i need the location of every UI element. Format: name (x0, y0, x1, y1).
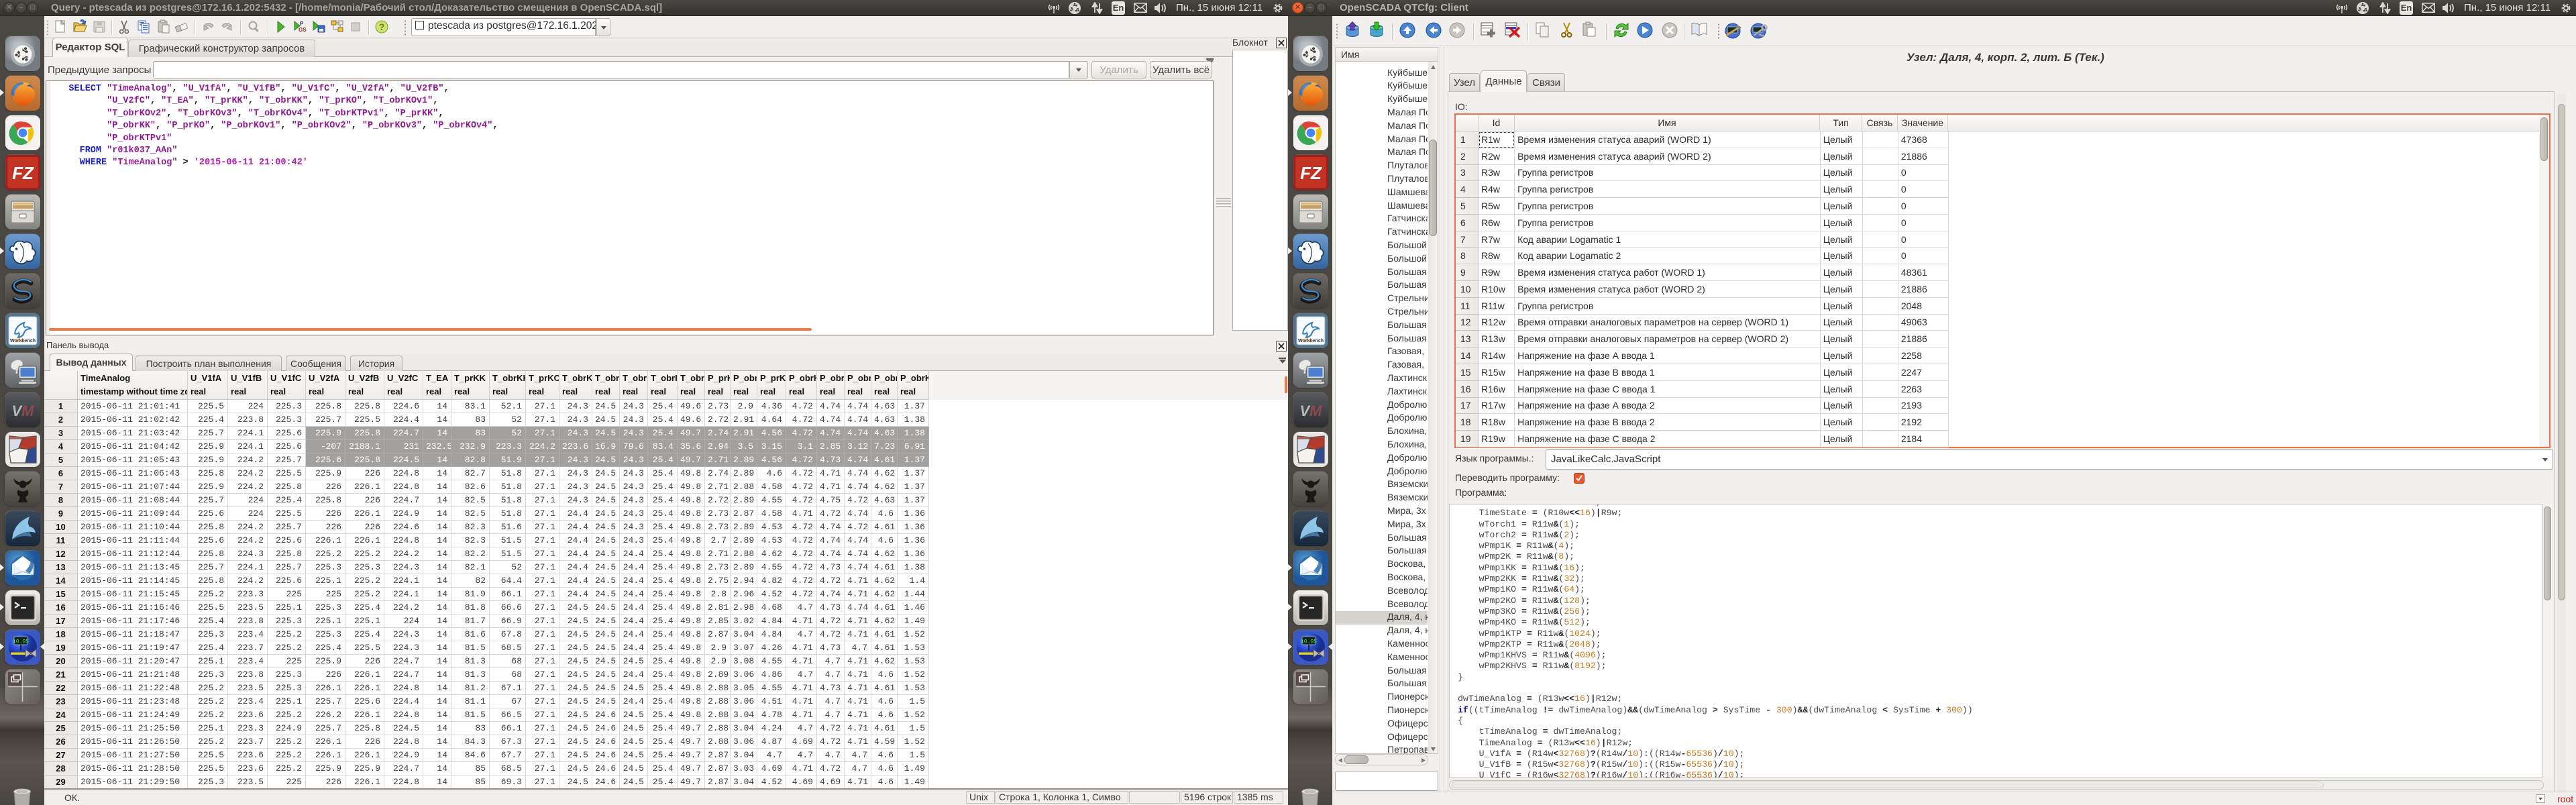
svg-text:VM: VM (11, 402, 34, 419)
svg-text:MySQL: MySQL (1302, 338, 1313, 341)
svg-text:10.95: 10.95 (1301, 639, 1317, 645)
svg-text:FZ: FZ (12, 163, 34, 183)
svg-text:GS: GS (299, 27, 307, 33)
svg-text:MySQL: MySQL (14, 338, 25, 341)
svg-text:VM: VM (1299, 402, 1322, 419)
svg-text:P: P (300, 21, 304, 27)
svg-text:10.95: 10.95 (13, 639, 29, 645)
svg-text:?: ? (379, 21, 385, 32)
svg-text:FZ: FZ (1300, 163, 1322, 183)
